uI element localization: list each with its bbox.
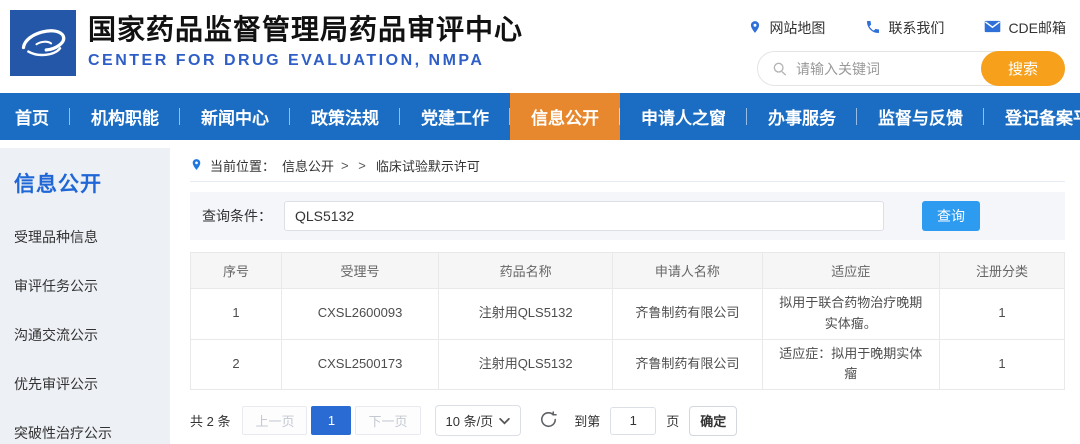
refresh-icon <box>539 410 558 432</box>
brand-block: 国家药品监督管理局药品审评中心 CENTER FOR DRUG EVALUATI… <box>88 13 523 70</box>
col-header-acceptance-no: 受理号 <box>281 253 438 289</box>
chevron-down-icon <box>499 413 510 428</box>
page-size-value: 10 条/页 <box>446 411 494 430</box>
pagination: 共 2 条 上一页 1 下一页 10 条/页 到第 页 <box>190 405 1065 436</box>
goto-page-input[interactable] <box>610 407 656 435</box>
site-header: 国家药品监督管理局药品审评中心 CENTER FOR DRUG EVALUATI… <box>0 0 1080 93</box>
breadcrumb: 当前位置： 信息公开 > > 临床试验默示许可 <box>190 152 1065 182</box>
query-panel: 查询条件： 查询 <box>190 192 1065 240</box>
envelope-icon <box>984 19 1001 37</box>
table-header-row: 序号 受理号 药品名称 申请人名称 适应症 注册分类 <box>191 253 1065 289</box>
table-row: 2 CXSL2500173 注射用QLS5132 齐鲁制药有限公司 适应症：拟用… <box>191 339 1065 390</box>
page-size-select[interactable]: 10 条/页 <box>435 405 522 436</box>
cell-registration-class: 1 <box>940 339 1065 390</box>
search-button[interactable]: 搜索 <box>981 51 1065 86</box>
content-area: 信息公开 受理品种信息 审评任务公示 沟通交流公示 优先审评公示 突破性治疗公示… <box>0 140 1080 444</box>
sidebar-item-accepted-varieties[interactable]: 受理品种信息 <box>14 227 170 247</box>
contact-label: 联系我们 <box>888 18 944 38</box>
site-subtitle: CENTER FOR DRUG EVALUATION, NMPA <box>88 52 523 70</box>
phone-icon <box>865 19 881 38</box>
cell-acceptance-no: CXSL2600093 <box>281 289 438 340</box>
sidebar-item-review-tasks[interactable]: 审评任务公示 <box>14 276 170 296</box>
page-number-button[interactable]: 1 <box>311 406 351 435</box>
breadcrumb-separator: > > <box>341 158 369 173</box>
col-header-applicant: 申请人名称 <box>613 253 762 289</box>
results-table: 序号 受理号 药品名称 申请人名称 适应症 注册分类 1 CXSL2600093… <box>190 252 1065 390</box>
sidebar-item-communication[interactable]: 沟通交流公示 <box>14 325 170 345</box>
breadcrumb-pin-icon <box>190 157 203 175</box>
total-count-label: 共 2 条 <box>190 411 230 430</box>
cde-mail-label: CDE邮箱 <box>1008 18 1066 38</box>
nav-item-supervision[interactable]: 监督与反馈 <box>857 93 984 140</box>
cell-index: 2 <box>191 339 282 390</box>
sidebar-title: 信息公开 <box>14 168 170 198</box>
confirm-button[interactable]: 确定 <box>689 406 737 436</box>
cde-logo-swirl-icon <box>17 15 69 72</box>
site-search: 搜索 <box>757 51 1065 86</box>
next-page-button[interactable]: 下一页 <box>355 406 420 435</box>
sidebar-item-breakthrough-therapy[interactable]: 突破性治疗公示 <box>14 423 170 443</box>
refresh-button[interactable] <box>539 410 558 432</box>
cell-registration-class: 1 <box>940 289 1065 340</box>
cell-drug-name: 注射用QLS5132 <box>439 339 613 390</box>
contact-link[interactable]: 联系我们 <box>865 18 944 38</box>
sidebar: 信息公开 受理品种信息 审评任务公示 沟通交流公示 优先审评公示 突破性治疗公示… <box>0 148 170 444</box>
nav-item-services[interactable]: 办事服务 <box>747 93 857 140</box>
goto-page-prefix: 到第 <box>574 411 600 430</box>
query-button[interactable]: 查询 <box>922 201 980 231</box>
search-icon <box>772 61 788 77</box>
col-header-drug-name: 药品名称 <box>439 253 613 289</box>
cde-mail-link[interactable]: CDE邮箱 <box>984 18 1066 38</box>
col-header-registration-class: 注册分类 <box>940 253 1065 289</box>
cell-indication: 拟用于联合药物治疗晚期实体瘤。 <box>762 289 939 340</box>
site-title: 国家药品监督管理局药品审评中心 <box>88 13 523 47</box>
sitemap-label: 网站地图 <box>769 18 825 38</box>
prev-page-button[interactable]: 上一页 <box>242 406 307 435</box>
nav-item-party[interactable]: 党建工作 <box>400 93 510 140</box>
col-header-index: 序号 <box>191 253 282 289</box>
table-row: 1 CXSL2600093 注射用QLS5132 齐鲁制药有限公司 拟用于联合药… <box>191 289 1065 340</box>
nav-item-info-disclosure[interactable]: 信息公开 <box>510 93 620 140</box>
nav-item-registration[interactable]: 登记备案平台 <box>984 93 1080 140</box>
nav-item-home[interactable]: 首页 <box>0 93 70 140</box>
page: 国家药品监督管理局药品审评中心 CENTER FOR DRUG EVALUATI… <box>0 0 1080 444</box>
cell-acceptance-no: CXSL2500173 <box>281 339 438 390</box>
sitemap-link[interactable]: 网站地图 <box>748 18 825 38</box>
cell-applicant: 齐鲁制药有限公司 <box>613 339 762 390</box>
cell-drug-name: 注射用QLS5132 <box>439 289 613 340</box>
cell-indication: 适应症：拟用于晚期实体瘤 <box>762 339 939 390</box>
sidebar-item-priority-review[interactable]: 优先审评公示 <box>14 374 170 394</box>
utility-links: 网站地图 联系我们 CDE邮箱 <box>748 18 1066 38</box>
main-panel: 当前位置： 信息公开 > > 临床试验默示许可 查询条件： 查询 序号 受理号 … <box>190 152 1065 436</box>
cell-index: 1 <box>191 289 282 340</box>
breadcrumb-current: 临床试验默示许可 <box>376 156 480 175</box>
breadcrumb-prefix: 当前位置： <box>210 156 275 175</box>
nav-item-functions[interactable]: 机构职能 <box>70 93 180 140</box>
goto-page-suffix: 页 <box>666 411 679 430</box>
col-header-indication: 适应症 <box>762 253 939 289</box>
nav-item-applicant[interactable]: 申请人之窗 <box>620 93 747 140</box>
search-input[interactable] <box>796 61 956 77</box>
breadcrumb-section[interactable]: 信息公开 <box>282 156 334 175</box>
cell-applicant: 齐鲁制药有限公司 <box>613 289 762 340</box>
cde-logo[interactable] <box>10 10 76 76</box>
nav-item-news[interactable]: 新闻中心 <box>180 93 290 140</box>
main-nav: 首页 机构职能 新闻中心 政策法规 党建工作 信息公开 申请人之窗 办事服务 监… <box>0 93 1080 140</box>
query-input[interactable] <box>284 201 884 231</box>
location-pin-icon <box>748 19 762 38</box>
query-label: 查询条件： <box>202 206 272 226</box>
nav-item-policy[interactable]: 政策法规 <box>290 93 400 140</box>
